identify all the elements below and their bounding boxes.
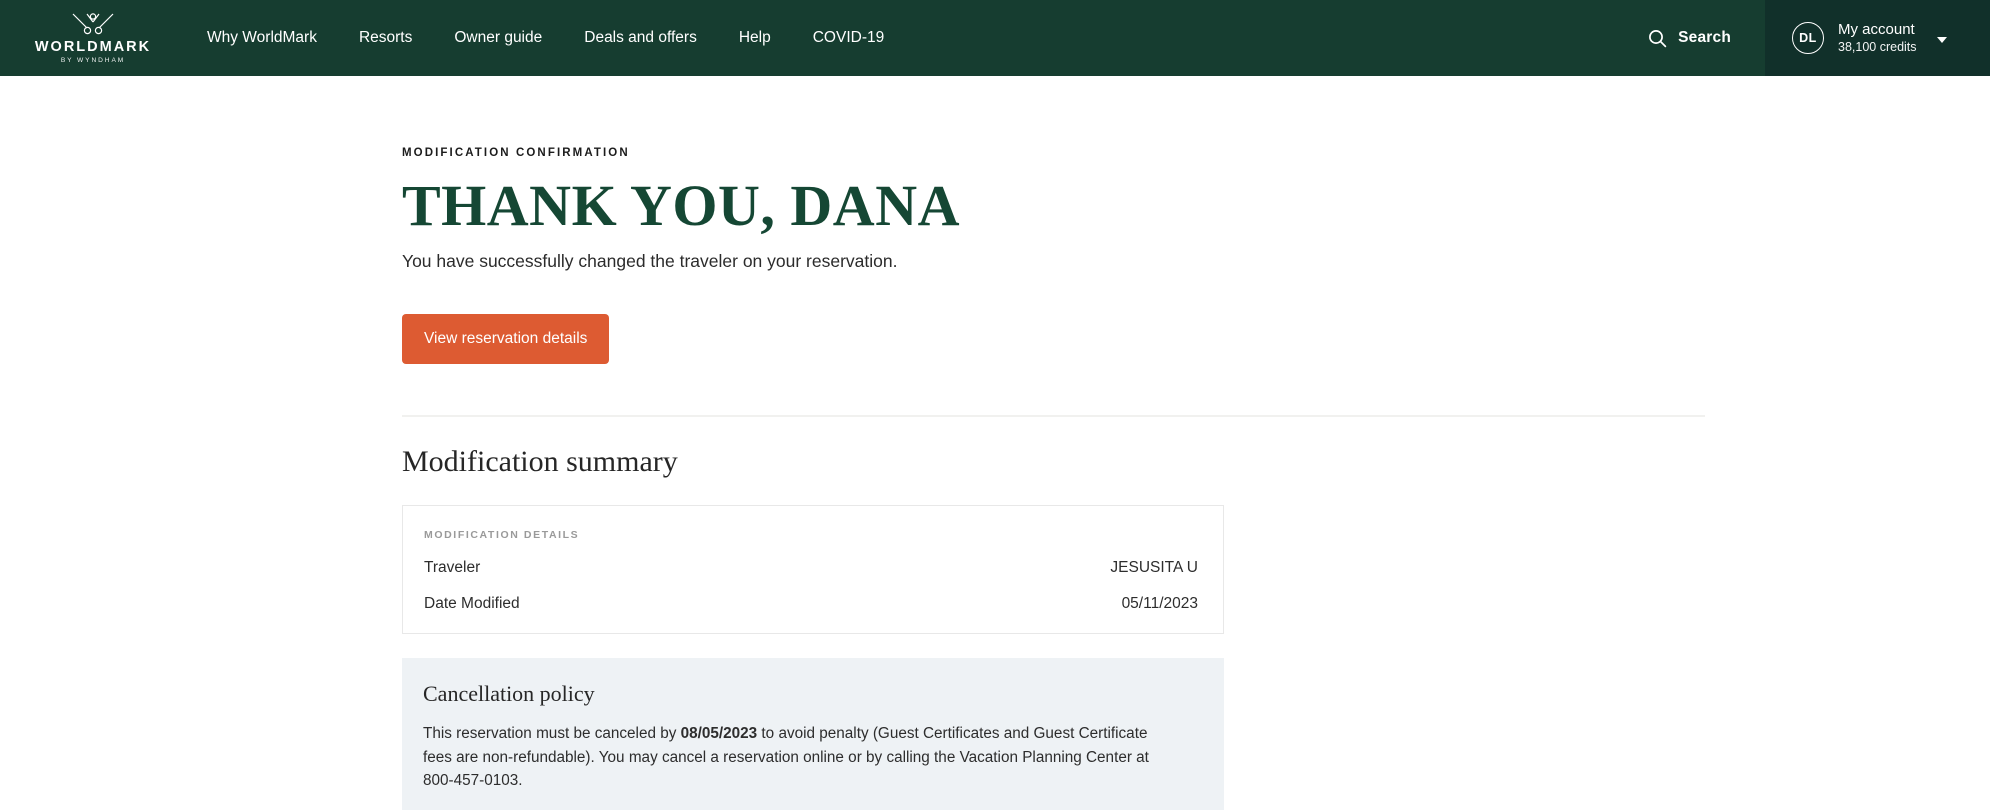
nav-item-resorts[interactable]: Resorts (338, 20, 433, 56)
nav-item-why-worldmark[interactable]: Why WorldMark (186, 20, 338, 56)
modification-summary-heading: Modification summary (402, 444, 678, 478)
search-label: Search (1678, 29, 1731, 46)
policy-text-before: This reservation must be canceled by (423, 725, 681, 743)
detail-value-traveler: JESUSITA U (1110, 559, 1198, 577)
search-icon (1649, 29, 1667, 47)
nav-item-deals-and-offers[interactable]: Deals and offers (563, 20, 718, 56)
search-button[interactable]: Search (1624, 0, 1765, 76)
nav-item-covid-19[interactable]: COVID-19 (792, 20, 906, 56)
site-header: WORLDMARK BY WYNDHAM Why WorldMark Resor… (0, 0, 1990, 76)
worldmark-logo[interactable]: WORLDMARK BY WYNDHAM (28, 11, 158, 64)
main-content: MODIFICATION CONFIRMATION THANK YOU, DAN… (0, 147, 1990, 810)
modification-details-eyebrow: MODIFICATION DETAILS (424, 528, 580, 541)
account-title: My account (1838, 21, 1915, 39)
table-row: Date Modified 05/11/2023 (424, 596, 1198, 612)
modification-details-card: MODIFICATION DETAILS Traveler JESUSITA U… (402, 504, 1224, 635)
chevron-down-icon[interactable] (1936, 37, 1947, 43)
table-row: Traveler JESUSITA U (424, 560, 1198, 576)
cancellation-policy-text: This reservation must be canceled by 08/… (423, 722, 1168, 792)
detail-value-date-modified: 05/11/2023 (1121, 594, 1198, 612)
logo-subtitle: BY WYNDHAM (60, 56, 126, 64)
section-divider (402, 414, 1705, 417)
logo-wordmark: WORLDMARK (34, 39, 152, 56)
account-credits: 38,100 credits (1838, 40, 1917, 55)
nav-item-help[interactable]: Help (718, 20, 792, 56)
view-reservation-details-button[interactable]: View reservation details (402, 314, 610, 364)
cancellation-policy-card: Cancellation policy This reservation mus… (402, 658, 1224, 810)
cancellation-policy-title: Cancellation policy (423, 681, 595, 707)
page-eyebrow: MODIFICATION CONFIRMATION (402, 147, 630, 159)
my-account-menu[interactable]: DL My account 38,100 credits (1765, 0, 1990, 76)
header-right-cluster: Search DL My account 38,100 credits (1624, 0, 1990, 76)
detail-label-traveler: Traveler (424, 559, 481, 577)
page-title: THANK YOU, DANA (402, 172, 960, 238)
avatar: DL (1792, 22, 1824, 54)
worldmark-logo-icon (72, 13, 114, 35)
policy-cancel-by-date: 08/05/2023 (680, 725, 758, 743)
account-text-block: My account 38,100 credits (1838, 22, 1917, 54)
nav-item-owner-guide[interactable]: Owner guide (433, 20, 563, 56)
detail-label-date-modified: Date Modified (424, 594, 520, 612)
page-subtitle: You have successfully changed the travel… (402, 250, 898, 271)
main-navigation: Why WorldMark Resorts Owner guide Deals … (186, 20, 905, 56)
